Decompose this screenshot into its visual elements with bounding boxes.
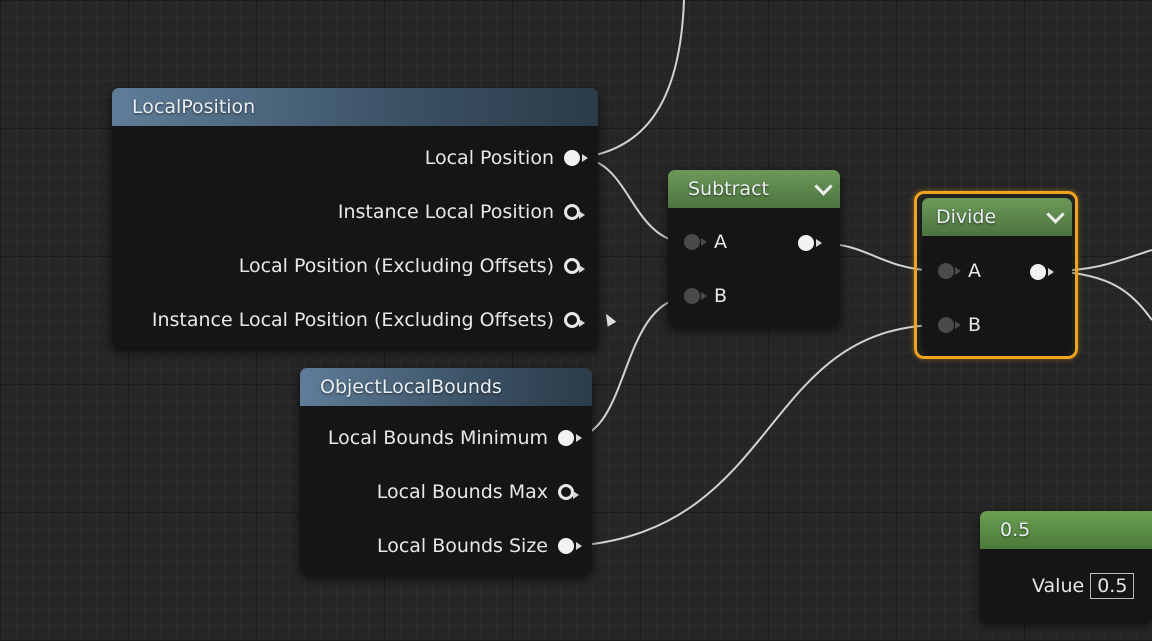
wire-bounds-size-to-divide-b [574, 324, 936, 547]
selection-outline [914, 191, 1078, 359]
output-label: Local Position (Excluding Offsets) [238, 255, 554, 277]
output-pin-icon[interactable] [564, 258, 585, 274]
input-b[interactable]: B [684, 285, 727, 307]
output-pin-icon[interactable] [564, 204, 585, 220]
output-label: Instance Local Position [337, 201, 554, 223]
constant-node[interactable]: 0.5 Value 0.5 [980, 511, 1152, 621]
local-position-node-title[interactable]: LocalPosition [112, 88, 598, 126]
subtract-node-title: Subtract [688, 178, 769, 200]
output-instance-local-position-excluding-offsets[interactable]: Instance Local Position (Excluding Offse… [151, 309, 585, 331]
output-local-position-excluding-offsets[interactable]: Local Position (Excluding Offsets) [238, 255, 585, 277]
value-field[interactable]: 0.5 [1090, 573, 1135, 599]
object-local-bounds-node-title[interactable]: ObjectLocalBounds [300, 368, 592, 406]
input-pin-icon[interactable] [684, 288, 707, 304]
output-label: Local Position [424, 147, 554, 169]
output-label: Local Bounds Max [376, 481, 548, 503]
subtract-node[interactable]: Subtract A B [668, 170, 840, 326]
object-local-bounds-node[interactable]: ObjectLocalBounds Local Bounds Minimum L… [300, 368, 592, 574]
output-pin-icon[interactable] [564, 150, 588, 166]
value-label: Value [1032, 575, 1085, 597]
output-local-bounds-minimum[interactable]: Local Bounds Minimum [327, 427, 582, 449]
output-label: Local Bounds Size [376, 535, 548, 557]
output-instance-local-position[interactable]: Instance Local Position [337, 201, 585, 223]
constant-node-title[interactable]: 0.5 [980, 511, 1152, 549]
output-pin-icon[interactable] [558, 484, 579, 500]
input-label: A [714, 231, 727, 253]
output-label: Instance Local Position (Excluding Offse… [151, 309, 554, 331]
input-pin-icon[interactable] [684, 234, 707, 250]
input-a[interactable]: A [684, 231, 727, 253]
output-local-bounds-max[interactable]: Local Bounds Max [376, 481, 579, 503]
constant-value-row: Value 0.5 [1032, 573, 1135, 599]
output-local-bounds-size[interactable]: Local Bounds Size [376, 535, 582, 557]
subtract-node-title-bar[interactable]: Subtract [668, 170, 840, 208]
local-position-node[interactable]: LocalPosition Local Position Instance Lo… [112, 88, 598, 348]
output-local-position[interactable]: Local Position [424, 147, 588, 169]
mouse-cursor-icon [601, 311, 617, 327]
output-pin-icon[interactable] [558, 538, 582, 554]
output-pin-icon[interactable] [564, 312, 585, 328]
input-label: B [714, 285, 728, 307]
output-pin-icon[interactable] [558, 430, 582, 446]
output-label: Local Bounds Minimum [327, 427, 548, 449]
output-pin-icon[interactable] [798, 235, 822, 251]
chevron-down-icon[interactable] [814, 176, 833, 196]
